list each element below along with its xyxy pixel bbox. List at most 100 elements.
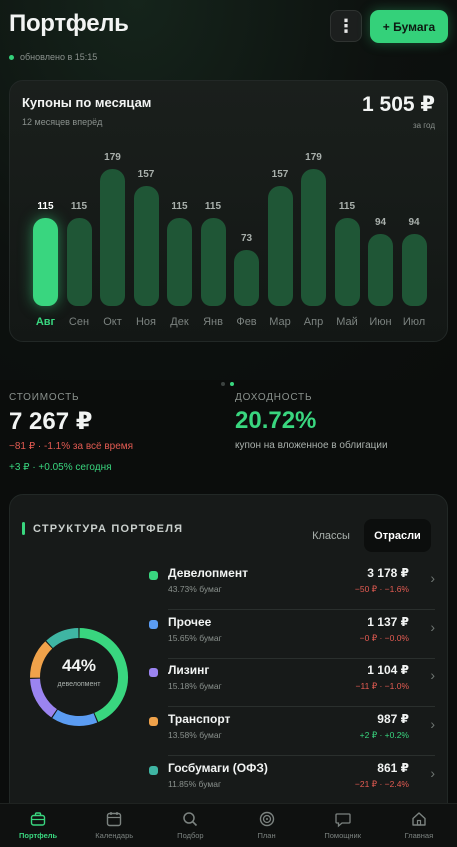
chevron-right-icon: ›	[430, 716, 435, 732]
pager-dot[interactable]	[221, 382, 225, 386]
sector-amount: 861 ₽	[377, 761, 409, 775]
nav-label: Подбор	[177, 831, 204, 840]
nav-label: Главная	[404, 831, 434, 840]
bar-month-label: Окт	[103, 316, 122, 328]
bar-value-label: 115	[37, 201, 54, 212]
bar-value-label: 157	[271, 169, 289, 180]
bar-value-label: 94	[408, 217, 420, 228]
coupon-bar[interactable]	[200, 218, 226, 306]
value-label: СТОИМОСТЬ	[9, 392, 80, 403]
target-icon	[259, 811, 274, 827]
sector-row[interactable]: Лизинг 15.18% бумаг 1 104 ₽ −11 ₽ · −1.0% ›	[149, 659, 435, 707]
sector-name: Прочее	[168, 615, 212, 629]
bar-month-label: Июн	[369, 316, 392, 328]
sector-amount: 1 137 ₽	[367, 615, 409, 629]
home-icon	[412, 812, 426, 826]
row-divider	[168, 706, 435, 707]
row-divider	[168, 609, 435, 610]
tab-sectors[interactable]: Отрасли	[364, 519, 431, 552]
coupon-bar[interactable]	[100, 169, 125, 306]
search-icon	[183, 812, 198, 827]
nav-item-target[interactable]: План	[228, 804, 304, 847]
pager-dot-active[interactable]	[230, 382, 234, 386]
bar-month-label: Дек	[170, 316, 189, 328]
sector-row[interactable]: Прочее 15.65% бумаг 1 137 ₽ −0 ₽ · −0.0% ›	[149, 611, 435, 659]
coupon-bar[interactable]	[401, 234, 427, 306]
nav-item-calendar[interactable]: Календарь	[76, 804, 152, 847]
change-today: +3 ₽ · +0.05% сегодня	[9, 462, 112, 473]
sector-change: −0 ₽ · −0.0%	[359, 633, 409, 643]
bar-month-label: Мар	[269, 316, 291, 328]
chat-icon	[335, 813, 351, 828]
coupon-bar[interactable]	[334, 218, 360, 306]
nav-label: План	[257, 831, 276, 840]
nav-item-briefcase[interactable]: Портфель	[0, 804, 76, 847]
sector-share: 43.73% бумаг	[168, 584, 222, 594]
stats-pager[interactable]	[221, 382, 234, 386]
sector-name: Лизинг	[168, 663, 210, 677]
bar-month-label: Ноя	[135, 316, 157, 328]
sector-name: Транспорт	[168, 712, 231, 726]
coupon-bar[interactable]	[133, 186, 159, 306]
coupon-bar[interactable]	[66, 218, 92, 306]
nav-label: Портфель	[19, 831, 58, 840]
structure-donut-chart	[30, 628, 128, 726]
yield-label: ДОХОДНОСТЬ	[235, 392, 313, 403]
donut-segment	[46, 628, 79, 649]
page-title: Портфель	[9, 10, 129, 37]
sector-row[interactable]: Транспорт 13.58% бумаг 987 ₽ +2 ₽ · +0.2% ›	[149, 708, 435, 756]
bar-value-label: 179	[305, 152, 322, 163]
chevron-right-icon: ›	[430, 667, 435, 683]
nav-label: Помощник	[324, 831, 362, 840]
nav-item-search[interactable]: Подбор	[152, 804, 228, 847]
bar-month-label: Июл	[402, 316, 426, 328]
calendar-icon	[107, 812, 122, 827]
bar-value-label: 115	[338, 201, 356, 212]
accent-bar	[22, 522, 25, 535]
donut-percent: 44%	[61, 656, 97, 675]
sector-amount: 1 104 ₽	[367, 663, 409, 677]
coupon-bar[interactable]	[267, 186, 293, 306]
coupon-bar[interactable]	[167, 218, 192, 306]
bar-value-label: 115	[204, 201, 222, 212]
bar-value-label: 157	[137, 169, 155, 180]
sector-color-dot	[149, 717, 158, 726]
sector-color-dot	[149, 668, 158, 677]
coupon-bar[interactable]	[33, 218, 58, 306]
structure-title: СТРУКТУРА ПОРТФЕЛЯ	[22, 522, 183, 535]
sector-row[interactable]: Девелопмент 43.73% бумаг 3 178 ₽ −50 ₽ · −1…	[149, 562, 435, 610]
sector-share: 13.58% бумаг	[168, 730, 222, 740]
sector-change: +2 ₽ · +0.2%	[359, 730, 409, 740]
nav-item-chat[interactable]: Помощник	[305, 804, 381, 847]
bar-value-label: 94	[374, 217, 387, 228]
chevron-right-icon: ›	[430, 765, 435, 781]
bar-month-label: Фев	[236, 316, 257, 328]
bar-value-label: 179	[104, 152, 121, 163]
coupons-bar-chart: 115 Авг 115 Сен 179 Окт 157 Ноя 115 Дек 115 Янв 73 Фе…	[10, 81, 449, 343]
chevron-right-icon: ›	[430, 619, 435, 635]
coupon-bar[interactable]	[234, 250, 259, 306]
yield-block: ДОХОДНОСТЬ 20.72% купон на вложенное в о…	[235, 392, 388, 451]
nav-label: Календарь	[95, 831, 134, 840]
donut-segment	[52, 709, 98, 726]
portfolio-value: 7 267 ₽	[9, 408, 93, 435]
sector-row[interactable]: Госбумаги (ОФЗ) 11.85% бумаг 861 ₽ −21 ₽ · …	[149, 757, 435, 805]
sector-share: 15.65% бумаг	[168, 633, 222, 643]
add-bond-button[interactable]: + Бумага	[370, 10, 448, 43]
structure-title-text: СТРУКТУРА ПОРТФЕЛЯ	[33, 522, 184, 535]
sector-color-dot	[149, 620, 158, 629]
sector-color-dot	[149, 766, 158, 775]
coupon-bar[interactable]	[368, 234, 393, 306]
bar-value-label: 73	[240, 233, 253, 244]
update-status: обновлено в 15:15	[9, 52, 97, 62]
yield-value: 20.72%	[235, 407, 317, 434]
coupons-card[interactable]: Купоны по месяцам 12 месяцев вперёд 1 50…	[9, 80, 448, 342]
coupon-bar[interactable]	[301, 169, 326, 306]
sector-share: 11.85% бумаг	[168, 779, 222, 789]
more-menu-button[interactable]: ⋮	[330, 10, 362, 42]
bar-month-label: Янв	[203, 316, 223, 328]
bar-month-label: Апр	[303, 316, 324, 328]
nav-item-home[interactable]: Главная	[381, 804, 457, 847]
tab-classes[interactable]: Классы	[306, 521, 356, 551]
yield-note: купон на вложенное в облигации	[235, 440, 388, 451]
